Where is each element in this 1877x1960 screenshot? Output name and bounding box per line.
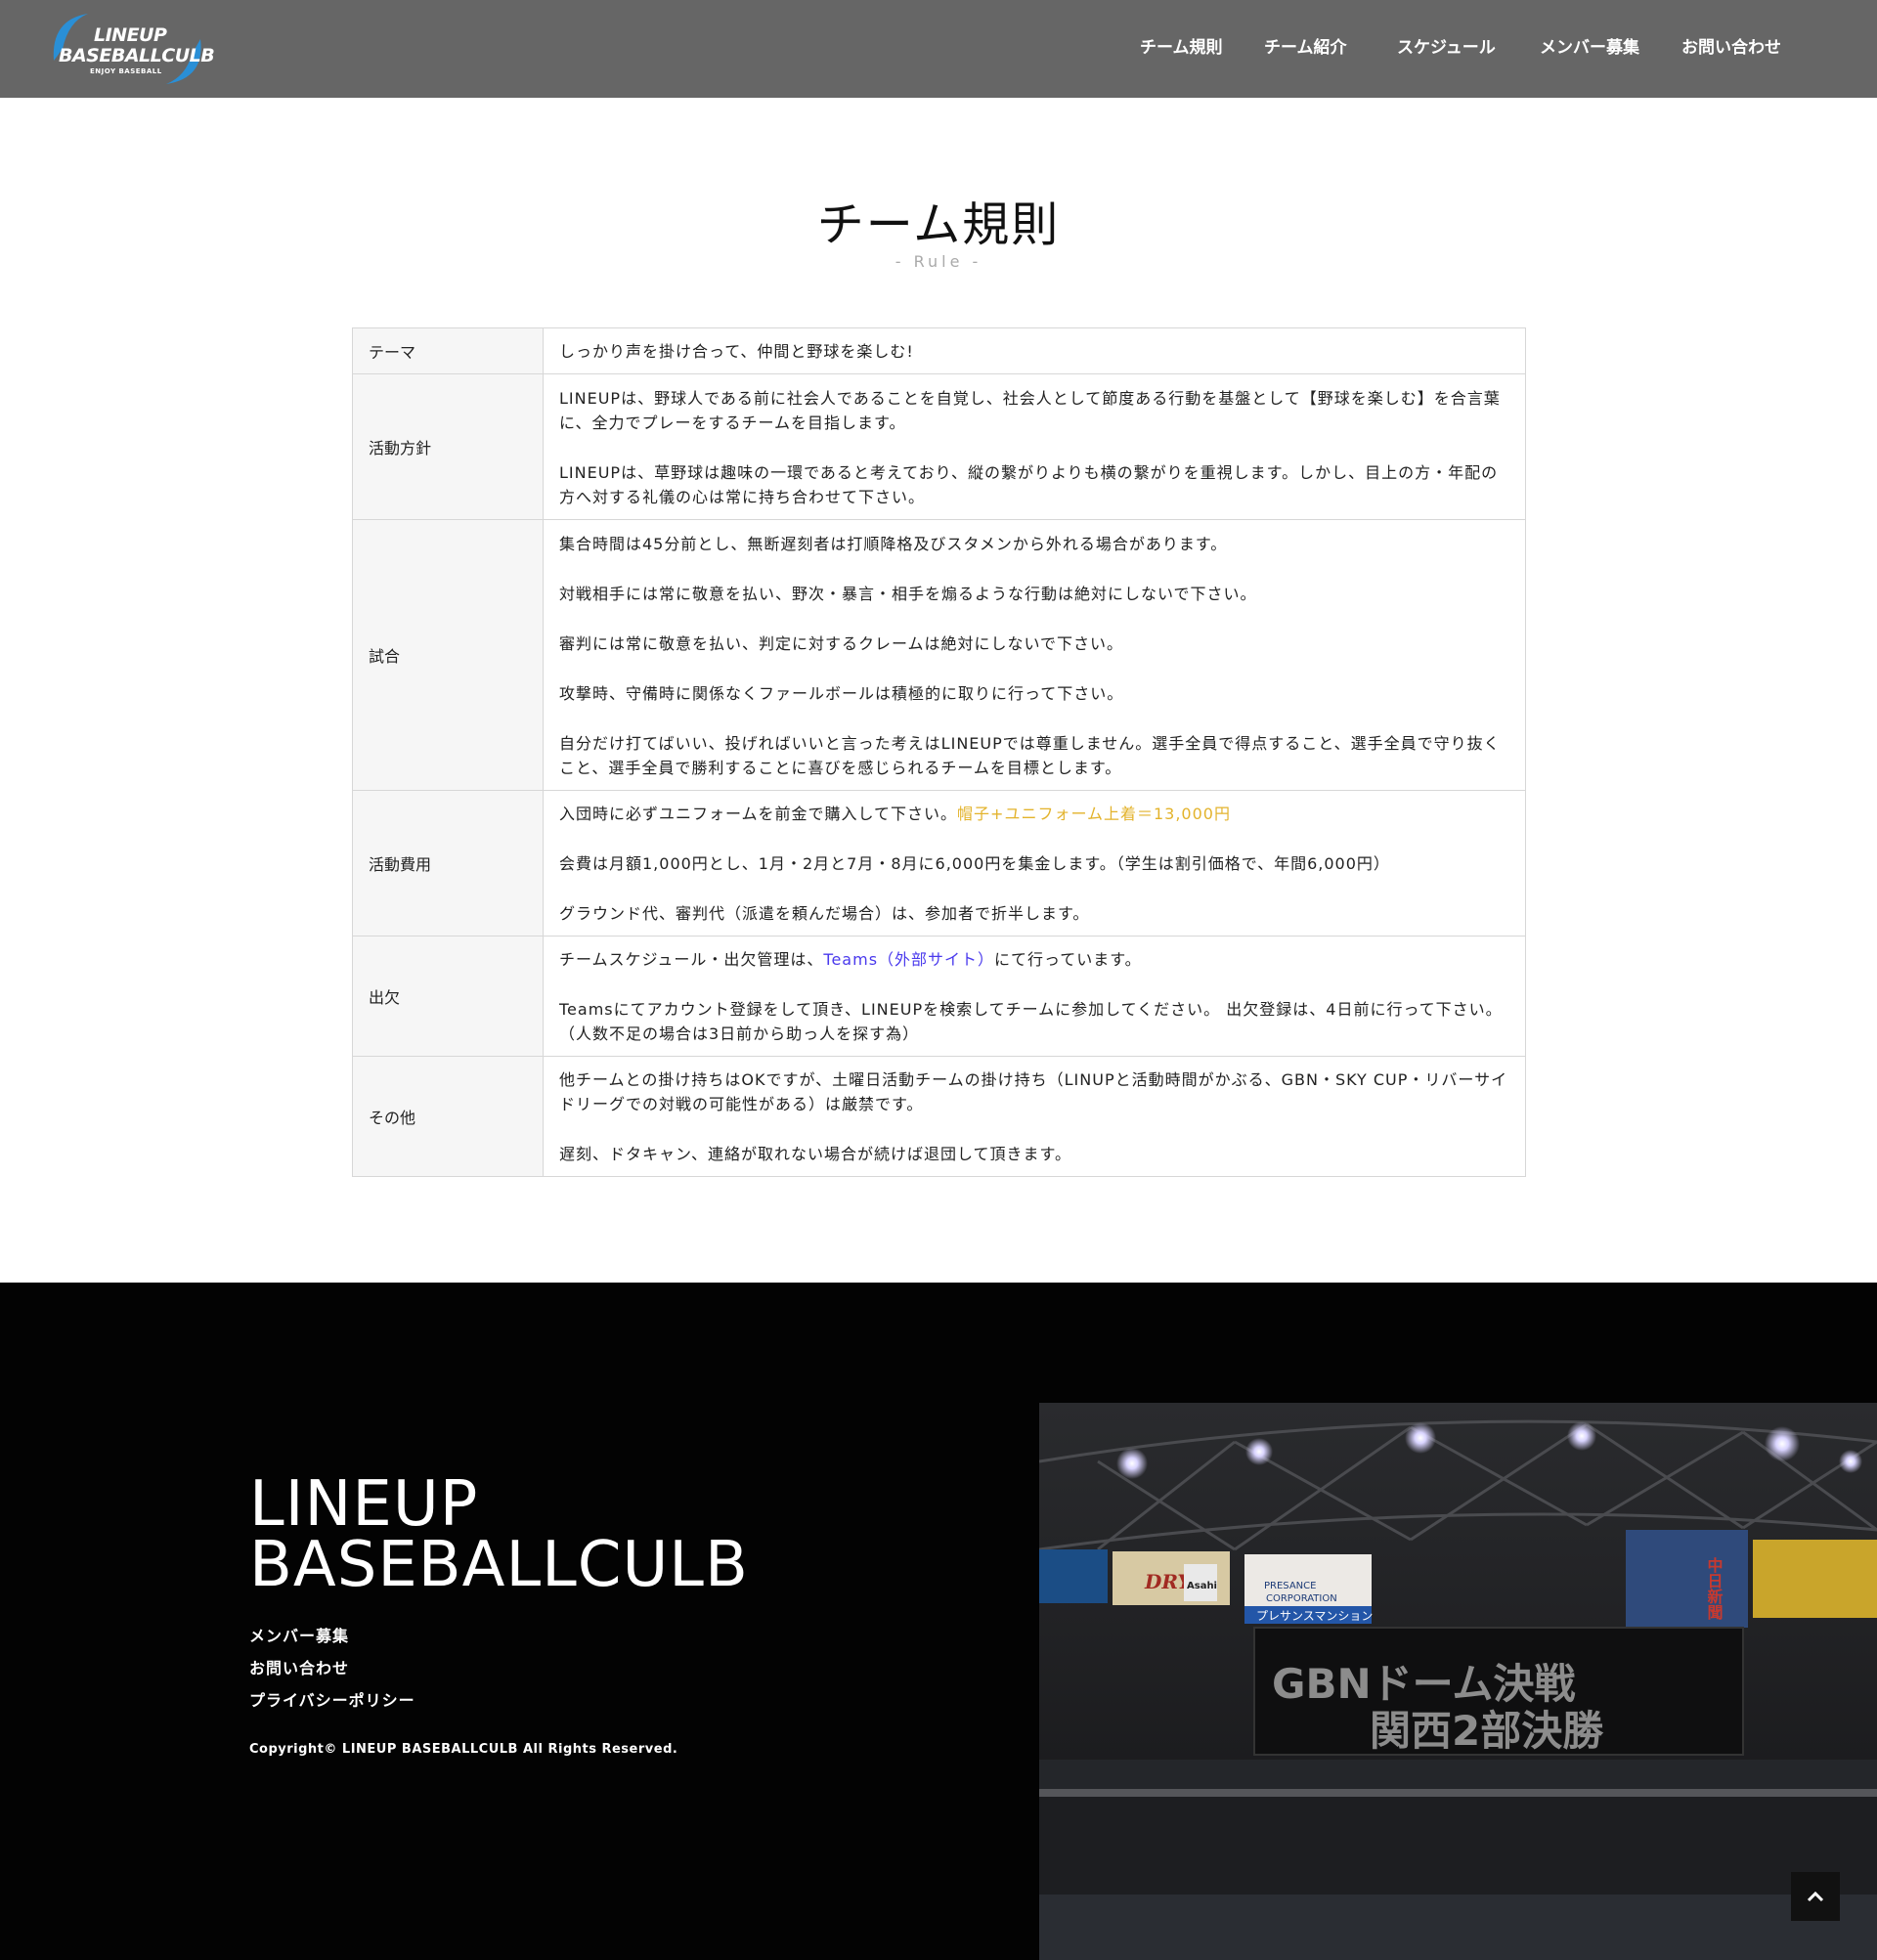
row-text: 対戦相手には常に敬意を払い、野次・暴言・相手を煽るような行動は絶対にしないで下さ…	[559, 584, 1257, 603]
row-text: 遅刻、ドタキャン、連絡が取れない場合が続けば退団して頂きます。	[559, 1145, 1071, 1163]
row-label: その他	[352, 1056, 544, 1177]
row-content: 入団時に必ずユニフォームを前金で購入して下さい。帽子+ユニフォーム上着＝13,0…	[543, 790, 1526, 936]
row-text: LINEUPは、野球人である前に社会人であることを自覚し、社会人として節度ある行…	[559, 388, 1501, 432]
attendance-post: にて行っています。	[994, 950, 1142, 969]
row-text: 入団時に必ずユニフォームを前金で購入して下さい。帽子+ユニフォーム上着＝13,0…	[559, 802, 1509, 826]
row-label: 試合	[352, 519, 544, 791]
footer-title-line1: LINEUP	[249, 1468, 479, 1541]
table-row: 活動費用 入団時に必ずユニフォームを前金で購入して下さい。帽子+ユニフォーム上着…	[352, 790, 1526, 936]
row-text: チームスケジュール・出欠管理は、Teams（外部サイト）にて行っています。	[559, 947, 1509, 972]
table-row: 試合 集合時間は45分前とし、無断遅刻者は打順降格及びスタメンから外れる場合があ…	[352, 519, 1526, 791]
footer-link-privacy[interactable]: プライバシーポリシー	[249, 1687, 415, 1711]
nav-recruit[interactable]: メンバー募集	[1540, 33, 1639, 58]
row-content: 集合時間は45分前とし、無断遅刻者は打順降格及びスタメンから外れる場合があります…	[543, 519, 1526, 791]
stadium-photo: DRY Asahi PRESANCE CORPORATION プレサンスマンショ…	[1039, 1403, 1877, 1960]
copyright: Copyright© LINEUP BASEBALLCULB All Right…	[249, 1742, 678, 1757]
row-text: LINEUPは、草野球は趣味の一環であると考えており、縦の繋がりよりも横の繋がり…	[559, 462, 1499, 506]
photo-caption-line2: 関西2部決勝	[1370, 1707, 1604, 1755]
site-logo[interactable]: LINEUP BASEBALLCULB ENJOY BASEBALL	[49, 10, 215, 88]
nav-schedule[interactable]: スケジュール	[1397, 33, 1496, 58]
fee-text: 入団時に必ずユニフォームを前金で購入して下さい。	[559, 805, 958, 823]
row-text: 集合時間は45分前とし、無断遅刻者は打順降格及びスタメンから外れる場合があります…	[559, 534, 1228, 553]
footer-link-contact[interactable]: お問い合わせ	[249, 1655, 349, 1678]
nav-contact[interactable]: お問い合わせ	[1681, 33, 1781, 58]
sign-brand: Asahi	[1187, 1581, 1217, 1591]
row-text: 会費は月額1,000円とし、1月・2月と7月・8月に6,000円を集金します。（…	[559, 854, 1390, 873]
row-text: 自分だけ打てばいい、投げればいいと言った考えはLINEUPでは尊重しません。選手…	[559, 733, 1501, 777]
sign-corp2: CORPORATION	[1266, 1593, 1337, 1604]
page-title: チーム規則	[816, 197, 1061, 252]
attendance-pre: チームスケジュール・出欠管理は、	[559, 950, 824, 969]
row-label: 出欠	[352, 936, 544, 1057]
photo-caption-line1: GBNドーム決戦	[1272, 1660, 1575, 1708]
table-row: 出欠 チームスケジュール・出欠管理は、Teams（外部サイト）にて行っています。…	[352, 936, 1526, 1057]
sign-news: 中日新聞	[1705, 1556, 1724, 1621]
logo-line2: BASEBALLCULB	[59, 45, 215, 66]
footer-title-line2: BASEBALLCULB	[249, 1529, 749, 1601]
logo-tagline: ENJOY BASEBALL	[90, 67, 162, 75]
footer-title: LINEUP BASEBALLCULB	[249, 1468, 749, 1601]
back-to-top-button[interactable]	[1791, 1872, 1840, 1921]
row-label: テーマ	[352, 327, 544, 374]
row-content: チームスケジュール・出欠管理は、Teams（外部サイト）にて行っています。 Te…	[543, 936, 1526, 1057]
row-text: グラウンド代、審判代（派遣を頼んだ場合）は、参加者で折半します。	[559, 904, 1090, 923]
row-text: 他チームとの掛け持ちはOKですが、土曜日活動チームの掛け持ち（LINUPと活動時…	[559, 1070, 1508, 1113]
row-content: しっかり声を掛け合って、仲間と野球を楽しむ!	[543, 327, 1526, 374]
row-text: Teamsにてアカウント登録をして頂き、LINEUPを検索してチームに参加してく…	[559, 1000, 1503, 1043]
fee-highlight: 帽子+ユニフォーム上着＝13,000円	[957, 805, 1231, 823]
row-content: 他チームとの掛け持ちはOKですが、土曜日活動チームの掛け持ち（LINUPと活動時…	[543, 1056, 1526, 1177]
page-subtitle: - Rule -	[895, 252, 982, 271]
site-header: LINEUP BASEBALLCULB ENJOY BASEBALL チーム規則…	[0, 0, 1877, 98]
sign-mansion: プレサンスマンション	[1256, 1609, 1373, 1623]
row-label: 活動費用	[352, 790, 544, 936]
table-row: その他 他チームとの掛け持ちはOKですが、土曜日活動チームの掛け持ち（LINUP…	[352, 1056, 1526, 1177]
stadium-illustration: DRY Asahi PRESANCE CORPORATION プレサンスマンショ…	[1039, 1403, 1877, 1960]
rules-table: テーマ しっかり声を掛け合って、仲間と野球を楽しむ! 活動方針 LINEUPは、…	[352, 327, 1526, 1177]
row-content: LINEUPは、野球人である前に社会人であることを自覚し、社会人として節度ある行…	[543, 373, 1526, 520]
footer-link-recruit[interactable]: メンバー募集	[249, 1623, 349, 1646]
chevron-up-icon	[1807, 1891, 1824, 1902]
row-text: 攻撃時、守備時に関係なくファールボールは積極的に取りに行って下さい。	[559, 683, 1124, 703]
table-row: 活動方針 LINEUPは、野球人である前に社会人であることを自覚し、社会人として…	[352, 373, 1526, 520]
nav-team[interactable]: チーム紹介	[1264, 33, 1347, 58]
teams-link[interactable]: Teams（外部サイト）	[823, 950, 994, 969]
row-label: 活動方針	[352, 373, 544, 520]
row-text: しっかり声を掛け合って、仲間と野球を楽しむ!	[559, 342, 914, 361]
row-text: 審判には常に敬意を払い、判定に対するクレームは絶対にしないで下さい。	[559, 633, 1124, 653]
sign-corp1: PRESANCE	[1264, 1581, 1316, 1591]
logo-line1: LINEUP	[94, 24, 167, 46]
nav-rules[interactable]: チーム規則	[1140, 33, 1223, 58]
table-row: テーマ しっかり声を掛け合って、仲間と野球を楽しむ!	[352, 327, 1526, 374]
